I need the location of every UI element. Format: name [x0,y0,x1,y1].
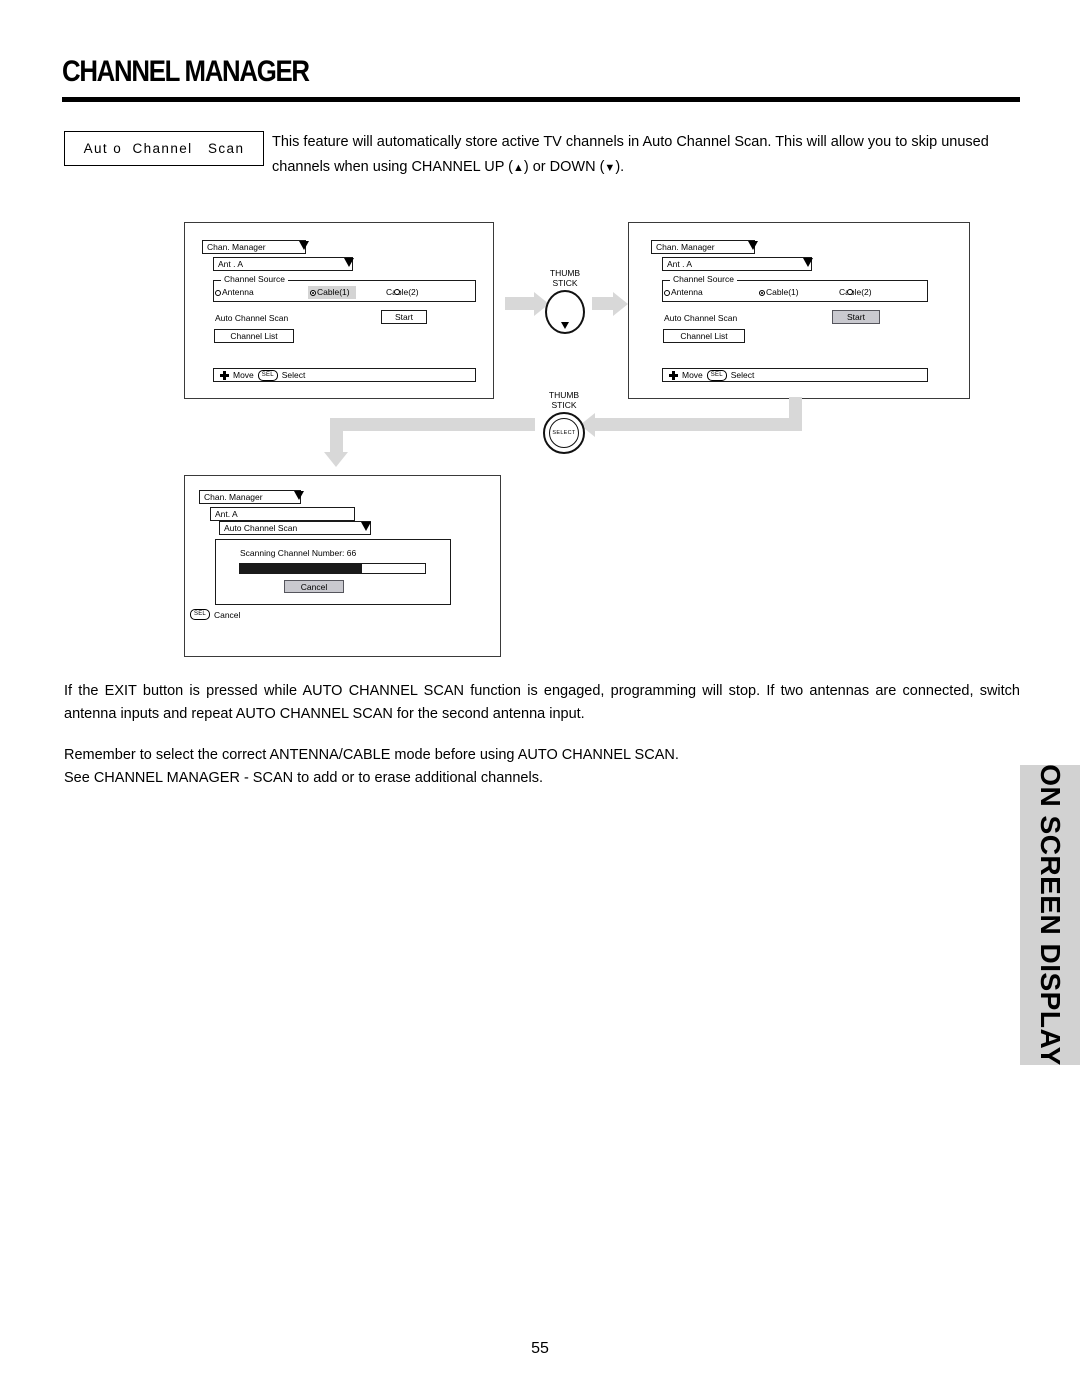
flow-arrow-4-vertical [330,418,343,453]
panel1-option-cable2[interactable]: Cable(2) [386,287,419,298]
panel1-menu-title[interactable]: Chan. Manager [202,240,306,254]
thumbstick-2-select-label: SELECT [549,418,579,448]
panel1-option-cable2-label: Cable(2) [386,287,419,297]
panel1-option-antenna-label: Antenna [222,287,254,297]
panel2-menu-title[interactable]: Chan. Manager [651,240,755,254]
panel1-antenna-select[interactable]: Ant . A [213,257,353,271]
note-reminder-line-2: See CHANNEL MANAGER - SCAN to add or to … [64,770,543,786]
panel1-option-cable1-label: Cable(1) [317,287,350,297]
channel-down-arrow-icon: ▼ [604,162,616,174]
panel1-channel-list-button[interactable]: Channel List [214,329,294,343]
flow-arrow-2-head [613,292,628,316]
radio-antenna-icon [664,290,670,296]
panel3-menu-caret-icon [294,491,304,500]
osd-screen-panel-1: Chan. Manager Ant . A Channel Source Ant… [184,222,494,399]
thumbstick-1-down-nub-icon [561,322,569,329]
panel3-scanning-text: Scanning Channel Number: 66 [240,548,357,558]
intro-text-part1: This feature will automatically store ac… [272,134,989,175]
panel2-foot-move-label: Move [682,370,703,380]
page-title: CHANNEL MANAGER [62,55,310,88]
note-reminder-line-1: Remember to select the correct ANTENNA/C… [64,747,679,763]
flow-arrow-3-vertical [789,397,802,419]
thumbstick-1-label: THUMB STICK [549,268,581,288]
flow-arrow-4-head [324,452,348,467]
flow-arrow-3-horizontal [595,418,802,431]
osd-screen-panel-2: Chan. Manager Ant . A Channel Source Ant… [628,222,970,399]
channel-up-arrow-icon: ▲ [512,162,524,174]
feature-name-label: Aut o Channel Scan [83,141,245,156]
flow-arrow-2-shaft [592,297,614,310]
radio-cable2-icon [847,289,853,295]
panel3-progress-bar [239,563,426,574]
dpad-move-icon [220,370,229,380]
panel2-channel-source-title: Channel Source [670,274,737,284]
panel1-channel-source-title: Channel Source [221,274,288,284]
panel2-option-antenna-label: Antenna [671,287,703,297]
intro-text-part3: ). [615,159,625,175]
intro-paragraph: This feature will automatically store ac… [272,130,1020,181]
panel3-scan-caret-icon [361,522,371,531]
panel2-option-antenna[interactable]: Antenna [664,287,703,298]
panel3-sel-badge: SEL [190,609,210,620]
section-tab-on-screen-display: ON SCREEN DISPLAY [1020,764,1080,1066]
panel2-start-button[interactable]: Start [832,310,880,324]
thumbstick-1: THUMB STICK [540,268,590,334]
panel1-foot-move-label: Move [233,370,254,380]
panel3-scan-select[interactable]: Auto Channel Scan [219,521,371,535]
feature-name-box: Aut o Channel Scan [64,131,264,166]
panel2-antenna-caret-icon [803,258,813,267]
panel3-progress-fill [240,564,363,573]
panel2-option-cable1[interactable]: Cable(1) [759,287,799,298]
panel1-option-antenna[interactable]: Antenna [215,287,254,298]
thumbstick-2: THUMB STICK SELECT [538,390,590,454]
panel2-auto-scan-label: Auto Channel Scan [664,313,738,323]
panel2-antenna-select[interactable]: Ant . A [662,257,812,271]
panel2-sel-badge: SEL [706,369,727,381]
panel1-auto-scan-label: Auto Channel Scan [215,313,289,323]
panel1-foot-select-label: Select [281,370,306,380]
panel1-start-button[interactable]: Start [381,310,427,324]
panel2-option-cable2-label: Cable(2) [839,287,872,297]
panel1-menu-caret-icon [299,241,309,250]
panel3-footer: SEL Cancel [190,609,240,620]
section-tab-label: ON SCREEN DISPLAY [1035,764,1066,1066]
panel1-option-cable1[interactable]: Cable(1) [308,286,356,299]
panel2-foot-select-label: Select [730,370,755,380]
radio-cable2-icon [394,289,400,295]
panel2-footer-bar: Move SEL Select [662,368,928,382]
osd-screen-panel-3: Chan. Manager Ant. A Auto Channel Scan S… [184,475,501,657]
flow-arrow-4-horizontal [330,418,535,431]
radio-cable1-icon [310,290,316,296]
panel1-sel-badge: SEL [257,369,278,381]
flow-arrow-1-shaft [505,297,535,310]
panel3-antenna-select[interactable]: Ant. A [210,507,355,521]
title-underline-rule [62,97,1020,102]
radio-cable1-icon [759,290,765,296]
thumbstick-2-label: THUMB STICK [548,390,580,410]
panel3-menu-title[interactable]: Chan. Manager [199,490,301,504]
radio-antenna-icon [215,290,221,296]
panel1-antenna-caret-icon [344,258,354,267]
panel3-cancel-button[interactable]: Cancel [284,580,344,593]
osd-flow-diagram: Chan. Manager Ant . A Channel Source Ant… [0,210,1080,670]
thumbstick-1-circle-icon[interactable] [545,290,585,334]
note-reminder: Remember to select the correct ANTENNA/C… [64,744,1020,790]
panel2-menu-caret-icon [748,241,758,250]
note-exit-behavior: If the EXIT button is pressed while AUTO… [64,683,1020,722]
panel2-option-cable2[interactable]: Cable(2) [839,287,872,298]
thumbstick-2-select-button-icon[interactable]: SELECT [543,412,585,454]
panel3-foot-cancel-label: Cancel [213,609,241,620]
panel2-channel-list-button[interactable]: Channel List [663,329,745,343]
page-number: 55 [531,1340,549,1357]
intro-text-part2: ) or DOWN ( [523,159,605,175]
dpad-move-icon [669,370,678,380]
panel2-option-cable1-label: Cable(1) [766,287,799,297]
panel1-footer-bar: Move SEL Select [213,368,476,382]
